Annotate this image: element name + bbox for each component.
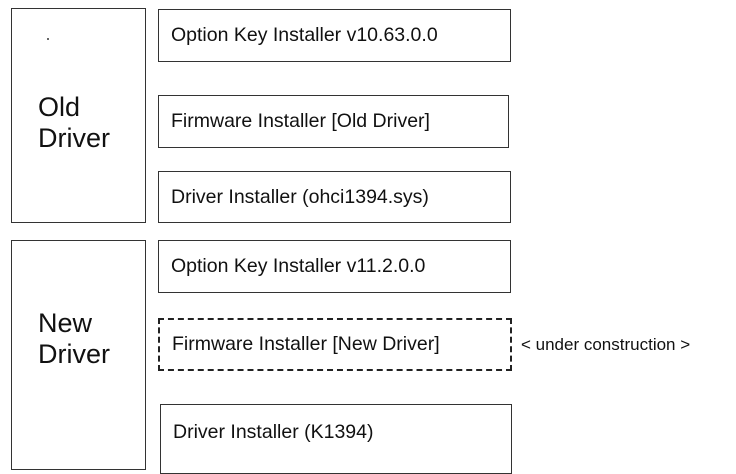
old-option-key-installer-label: Option Key Installer v10.63.0.0 bbox=[171, 24, 438, 46]
old-option-key-installer[interactable]: Option Key Installer v10.63.0.0 bbox=[158, 9, 511, 62]
new-option-key-installer[interactable]: Option Key Installer v11.2.0.0 bbox=[158, 240, 511, 293]
new-driver-installer-label: Driver Installer (K1394) bbox=[173, 421, 374, 443]
new-driver-label: New Driver bbox=[38, 308, 110, 369]
new-driver-group: New Driver bbox=[11, 240, 146, 470]
old-driver-label: Old Driver bbox=[38, 92, 110, 153]
old-driver-group: Old Driver bbox=[11, 8, 146, 223]
old-driver-installer-label: Driver Installer (ohci1394.sys) bbox=[171, 185, 429, 208]
old-firmware-installer[interactable]: Firmware Installer [Old Driver] bbox=[158, 95, 509, 148]
new-firmware-installer-label: Firmware Installer [New Driver] bbox=[172, 333, 440, 355]
under-construction-note: < under construction > bbox=[521, 335, 691, 354]
new-driver-installer[interactable]: Driver Installer (K1394) bbox=[160, 404, 512, 474]
stray-dot bbox=[47, 38, 49, 40]
new-firmware-installer[interactable]: Firmware Installer [New Driver] bbox=[158, 318, 512, 371]
old-driver-installer[interactable]: Driver Installer (ohci1394.sys) bbox=[158, 171, 511, 223]
new-option-key-installer-label: Option Key Installer v11.2.0.0 bbox=[171, 255, 426, 277]
old-firmware-installer-label: Firmware Installer [Old Driver] bbox=[171, 110, 430, 132]
